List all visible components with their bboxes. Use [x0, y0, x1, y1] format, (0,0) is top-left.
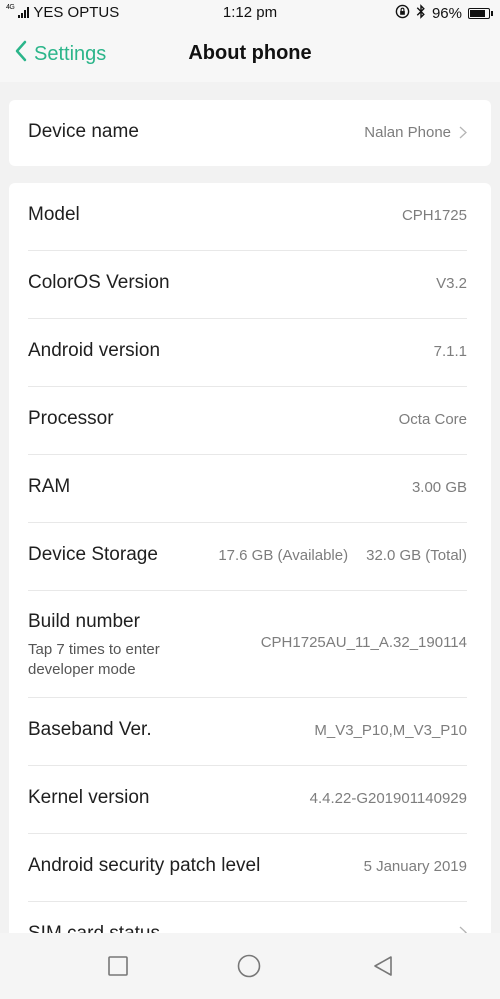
status-right: 96% [395, 4, 493, 23]
page-title: About phone [188, 42, 312, 64]
model-row: Model CPH1725 [28, 183, 467, 251]
bluetooth-icon [416, 4, 426, 23]
device-storage-value: 17.6 GB (Available) 32.0 GB (Total) [218, 547, 467, 564]
device-name-row[interactable]: Device name Nalan Phone [28, 100, 467, 166]
baseband-label: Baseband Ver. [28, 719, 152, 740]
device-storage-row: Device Storage 17.6 GB (Available) 32.0 G… [28, 523, 467, 591]
baseband-row: Baseband Ver. M_V3_P10,M_V3_P10 [28, 698, 467, 766]
device-name-value: Nalan Phone [364, 124, 451, 141]
device-storage-label: Device Storage [28, 544, 158, 565]
ram-value: 3.00 GB [411, 479, 467, 496]
back-triangle-icon[interactable] [371, 954, 395, 978]
model-label: Model [28, 204, 80, 225]
coloros-version-row: ColorOS Version V3.2 [28, 251, 467, 319]
baseband-value: M_V3_P10,M_V3_P10 [314, 722, 467, 739]
build-number-row[interactable]: Build number Tap 7 times to enter develo… [28, 591, 467, 698]
home-circle-icon[interactable] [237, 954, 261, 978]
storage-total: 32.0 GB (Total) [366, 547, 467, 564]
chevron-right-icon [459, 126, 467, 139]
device-name-label: Device name [28, 121, 139, 142]
title-bar: Settings About phone [0, 26, 500, 82]
kernel-version-label: Kernel version [28, 787, 150, 808]
build-number-hint: Tap 7 times to enter developer mode [28, 641, 160, 678]
phone-info-card: Model CPH1725 ColorOS Version V3.2 Andro… [9, 183, 491, 943]
storage-available: 17.6 GB (Available) [218, 547, 349, 564]
coloros-version-label: ColorOS Version [28, 272, 170, 293]
build-number-value: CPH1725AU_11_A.32_190114 [260, 634, 467, 651]
battery-icon [468, 8, 493, 19]
build-number-label: Build number [28, 611, 140, 632]
processor-row: Processor Octa Core [28, 387, 467, 455]
ram-row: RAM 3.00 GB [28, 455, 467, 523]
coloros-version-value: V3.2 [436, 275, 467, 292]
device-name-value-wrap: Nalan Phone [364, 124, 467, 141]
android-version-value: 7.1.1 [433, 343, 467, 360]
android-version-label: Android version [28, 340, 161, 361]
processor-label: Processor [28, 408, 114, 429]
model-value: CPH1725 [401, 207, 467, 224]
recents-square-icon[interactable] [106, 954, 130, 978]
system-nav-bar [0, 933, 500, 999]
kernel-version-value: 4.4.22-G201901140929 [309, 790, 467, 807]
android-version-row[interactable]: Android version 7.1.1 [28, 319, 467, 387]
device-name-card: Device name Nalan Phone [9, 100, 491, 166]
battery-percent: 96% [431, 5, 462, 22]
lock-rotation-icon [395, 4, 410, 23]
ram-label: RAM [28, 476, 71, 497]
security-patch-row: Android security patch level 5 January 2… [28, 834, 467, 902]
security-patch-value: 5 January 2019 [363, 858, 467, 875]
status-bar: 4G YES OPTUS 1:12 pm 96% [0, 0, 500, 26]
security-patch-label: Android security patch level [28, 855, 261, 876]
kernel-version-row: Kernel version 4.4.22-G201901140929 [28, 766, 467, 834]
processor-value: Octa Core [398, 411, 467, 428]
